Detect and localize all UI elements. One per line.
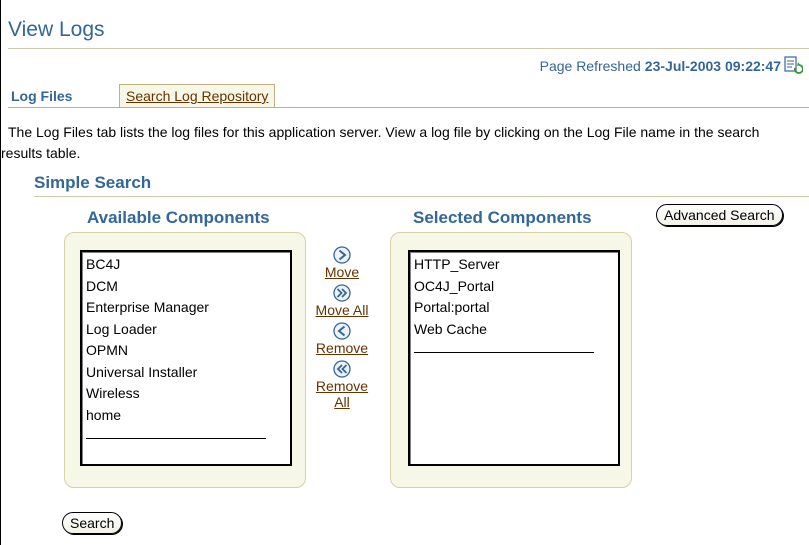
available-components-list[interactable]: BC4J DCM Enterprise Manager Log Loader O…: [80, 250, 292, 466]
list-separator: [86, 426, 266, 439]
list-item[interactable]: OPMN: [86, 340, 286, 362]
refresh-label: Page Refreshed: [539, 58, 641, 74]
refresh-icon[interactable]: [783, 56, 804, 76]
list-item[interactable]: DCM: [86, 276, 286, 298]
list-item[interactable]: OC4J_Portal: [414, 276, 614, 298]
advanced-search-button[interactable]: Advanced Search: [656, 204, 783, 226]
tab-description: The Log Files tab lists the log files fo…: [1, 124, 760, 161]
move-all-icon[interactable]: [333, 284, 351, 302]
refresh-timestamp: 23-Jul-2003 09:22:47: [644, 58, 781, 74]
list-item[interactable]: home: [86, 405, 286, 427]
remove-all-icon[interactable]: [333, 360, 351, 378]
tab-log-files[interactable]: Log Files: [11, 86, 72, 106]
title-divider: [8, 48, 809, 49]
shuttle-controls: Move Move All Remove Remove All: [314, 246, 370, 410]
list-item[interactable]: BC4J: [86, 254, 286, 276]
page-title: View Logs: [8, 18, 105, 41]
search-button[interactable]: Search: [62, 512, 123, 534]
move-all-link[interactable]: Move All: [314, 302, 370, 318]
selected-components-list[interactable]: HTTP_Server OC4J_Portal Portal:portal We…: [408, 250, 620, 466]
selected-components-heading: Selected Components: [413, 208, 592, 227]
list-item[interactable]: Enterprise Manager: [86, 297, 286, 319]
tab-bar: Log Files Search Log Repository: [8, 83, 809, 108]
remove-all-label-line1: Remove: [315, 378, 369, 394]
remove-icon[interactable]: [333, 322, 351, 340]
remove-all-label-line2: All: [334, 394, 350, 410]
list-item[interactable]: Web Cache: [414, 319, 614, 341]
section-title-simple-search: Simple Search: [34, 173, 152, 192]
page-refreshed: Page Refreshed 23-Jul-2003 09:22:47: [539, 56, 804, 76]
move-icon[interactable]: [333, 246, 351, 264]
list-item[interactable]: Log Loader: [86, 319, 286, 341]
move-link[interactable]: Move: [314, 264, 370, 280]
remove-all-link[interactable]: Remove All: [314, 378, 370, 410]
available-components-heading: Available Components: [87, 208, 270, 227]
list-separator: [414, 340, 594, 353]
remove-link[interactable]: Remove: [314, 340, 370, 356]
tab-search-log-repository[interactable]: Search Log Repository: [119, 84, 276, 107]
list-item[interactable]: Wireless: [86, 383, 286, 405]
list-item[interactable]: Portal:portal: [414, 297, 614, 319]
list-item[interactable]: Universal Installer: [86, 362, 286, 384]
section-divider: [34, 196, 809, 197]
left-border: [0, 0, 1, 545]
list-item[interactable]: HTTP_Server: [414, 254, 614, 276]
